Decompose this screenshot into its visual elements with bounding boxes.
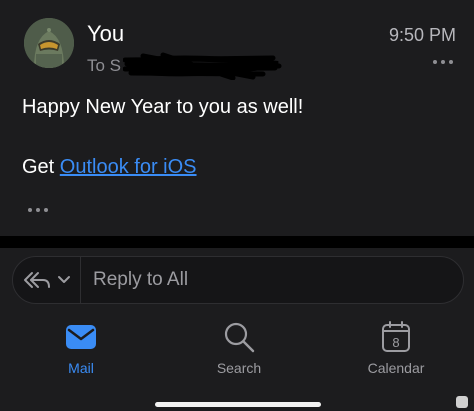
search-icon [224,322,255,353]
message-body-text: Happy New Year to you as well! [22,96,304,118]
calendar-icon: 8 [382,321,410,352]
more-options-icon[interactable] [432,57,454,67]
show-quoted-text-icon[interactable] [26,205,52,215]
reply-bar: Reply to All [0,248,474,310]
tab-search-label: Search [216,360,262,376]
reply-to-all-field[interactable]: Reply to All [81,269,463,291]
reply-pill: Reply to All [12,256,464,304]
reply-options-button[interactable] [13,257,81,303]
tab-calendar[interactable]: 8 Calendar [346,320,446,390]
mail-icon [66,325,96,349]
outlook-ios-link[interactable]: Outlook for iOS [60,156,197,178]
message-signature: Get Outlook for iOS [22,156,197,179]
home-indicator[interactable] [155,402,321,407]
email-screen: You To S 9:50 PM Happy New Year to you a… [0,0,474,411]
tab-search[interactable]: Search [189,320,289,390]
message-card: You To S 9:50 PM Happy New Year to you a… [0,0,474,236]
recipient-line[interactable]: To S [87,52,283,80]
screenshot-corner-icon [456,396,468,408]
avatar[interactable] [24,18,74,68]
redaction-scribble [123,52,282,80]
tab-mail-label: Mail [68,360,94,376]
recipient-label: To S [87,56,122,75]
message-time: 9:50 PM [388,25,456,45]
helmet-avatar-icon [24,18,74,68]
tab-bar: Mail Search 8 Calendar [0,310,474,411]
signature-prefix: Get [22,156,60,178]
calendar-day-badge: 8 [392,335,399,350]
tab-mail[interactable]: Mail [31,320,131,390]
chevron-down-icon [57,276,70,283]
sender-name: You [87,21,125,46]
tab-calendar-label: Calendar [367,360,425,376]
reply-all-icon [23,272,50,288]
